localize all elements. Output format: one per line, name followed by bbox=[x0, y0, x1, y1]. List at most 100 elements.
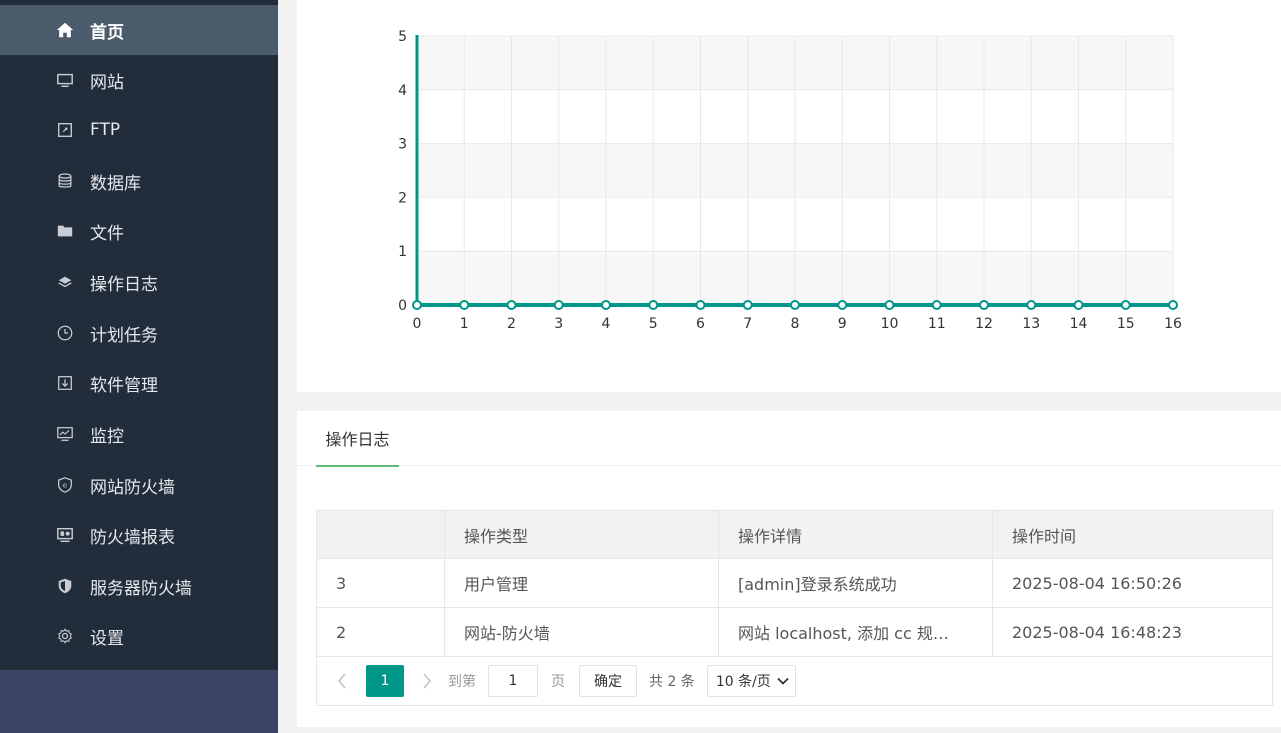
chevron-right-icon bbox=[423, 673, 431, 689]
sidebar-item-website[interactable]: 网站 bbox=[0, 55, 278, 105]
data-point bbox=[1026, 300, 1037, 310]
data-point bbox=[837, 300, 848, 310]
data-point bbox=[459, 300, 470, 310]
x-tick-label: 6 bbox=[696, 316, 705, 332]
column-header-detail: 操作详情 bbox=[719, 511, 993, 558]
data-point bbox=[553, 300, 564, 310]
sidebar-item-label: 服务器防火墙 bbox=[90, 578, 192, 599]
sidebar-item-label: 操作日志 bbox=[90, 274, 158, 295]
x-tick-label: 12 bbox=[975, 316, 993, 332]
sidebar-item-settings[interactable]: 设置 bbox=[0, 611, 278, 661]
y-tick-label: 1 bbox=[398, 244, 407, 260]
layers-icon bbox=[55, 272, 75, 292]
home-icon bbox=[55, 20, 75, 40]
page-number-current[interactable]: 1 bbox=[366, 665, 404, 697]
cell-detail: [admin]登录系统成功 bbox=[719, 559, 993, 607]
gear-icon bbox=[55, 626, 75, 646]
y-tick-label: 2 bbox=[398, 190, 407, 206]
x-tick-label: 0 bbox=[413, 316, 422, 332]
ftp-file-icon bbox=[55, 120, 75, 140]
data-point bbox=[412, 300, 422, 310]
data-point bbox=[979, 300, 989, 310]
sidebar-item-label: 防火墙报表 bbox=[90, 527, 175, 548]
monitor-icon bbox=[55, 70, 75, 90]
total-count: 共 2 条 bbox=[649, 674, 695, 690]
sidebar-item-label: 设置 bbox=[90, 628, 124, 649]
x-tick-label: 5 bbox=[649, 316, 658, 332]
goto-label: 到第 bbox=[448, 674, 476, 690]
page-size-select[interactable]: 10 条/页 bbox=[706, 665, 796, 697]
next-page-button[interactable] bbox=[416, 666, 438, 696]
x-tick-label: 2 bbox=[507, 316, 516, 332]
chart-card: 0 1 2 3 4 5 0 1 2 3 4 5 6 7 8 9 10 11 12 13 14 15 16 bbox=[297, 0, 1281, 392]
data-point bbox=[790, 300, 800, 310]
data-point bbox=[648, 300, 659, 310]
page-size-value: 10 条/页 bbox=[715, 674, 771, 690]
x-tick-label: 3 bbox=[554, 316, 563, 332]
table-row: 2 网站-防火墙 网站 localhost, 添加 cc 规… 2025-08-… bbox=[317, 608, 1272, 657]
x-tick-label: 16 bbox=[1164, 316, 1182, 332]
sidebar-item-label: FTP bbox=[90, 120, 121, 140]
sidebar-item-waf[interactable]: e 网站防火墙 bbox=[0, 460, 278, 510]
chart-monitor-icon bbox=[55, 424, 75, 444]
sidebar-item-operation-log[interactable]: 操作日志 bbox=[0, 257, 278, 307]
sidebar-item-software[interactable]: 软件管理 bbox=[0, 358, 278, 408]
pagination: 1 到第 页 确定 共 2 条 10 条/页 bbox=[317, 657, 1272, 705]
cell-time: 2025-08-04 16:48:23 bbox=[1012, 622, 1182, 642]
data-point bbox=[1073, 300, 1084, 310]
cell-id: 3 bbox=[317, 559, 445, 607]
sidebar-item-label: 数据库 bbox=[90, 173, 141, 194]
download-box-icon bbox=[55, 373, 75, 393]
data-point bbox=[506, 300, 517, 310]
sidebar-item-ftp[interactable]: FTP bbox=[0, 105, 278, 155]
cell-type: 用户管理 bbox=[445, 559, 719, 607]
data-point bbox=[742, 300, 753, 310]
column-header-time: 操作时间 bbox=[1012, 526, 1077, 546]
sidebar-item-database[interactable]: 数据库 bbox=[0, 156, 278, 206]
x-tick-label: 11 bbox=[928, 316, 946, 332]
sidebar: 首页 网站 FTP 数据库 文件 操作日志 计划任务 软件管理 监控 e 网站防… bbox=[0, 0, 278, 733]
sidebar-item-label: 文件 bbox=[90, 223, 124, 244]
y-tick-label: 4 bbox=[398, 83, 407, 99]
data-point bbox=[1168, 300, 1178, 310]
tab-bar: 操作日志 bbox=[297, 411, 1281, 467]
x-tick-label: 7 bbox=[743, 316, 752, 332]
clock-icon bbox=[55, 323, 75, 343]
y-tick-label: 0 bbox=[398, 298, 407, 314]
line-chart: 0123450 1 2 3 4 5 6 7 8 9 10 11 12 13 14 15 16 bbox=[398, 29, 1182, 332]
goto-page-input[interactable] bbox=[488, 665, 538, 697]
sidebar-item-files[interactable]: 文件 bbox=[0, 206, 278, 256]
x-tick-label: 8 bbox=[791, 316, 800, 332]
sidebar-item-cron[interactable]: 计划任务 bbox=[0, 308, 278, 358]
sidebar-item-label: 监控 bbox=[90, 426, 124, 447]
x-tick-label: 10 bbox=[881, 316, 899, 332]
sidebar-item-waf-report[interactable]: 防火墙报表 bbox=[0, 510, 278, 560]
cell-id: 2 bbox=[317, 608, 445, 656]
x-tick-label: 1 bbox=[460, 316, 469, 332]
cell-detail: 网站 localhost, 添加 cc 规… bbox=[719, 608, 993, 656]
sidebar-item-label: 计划任务 bbox=[90, 325, 158, 346]
sidebar-item-server-firewall[interactable]: 服务器防火墙 bbox=[0, 561, 278, 611]
operation-log-table: 操作类型 操作详情 操作时间 3 用户管理 [admin]登录系统成功 2025… bbox=[316, 510, 1273, 706]
operation-log-card: 操作日志 操作类型 操作详情 操作时间 3 用户管理 [admin]登录系统成功… bbox=[297, 411, 1281, 727]
folder-icon bbox=[55, 221, 75, 241]
confirm-button[interactable]: 确定 bbox=[579, 665, 637, 697]
sidebar-menu: 首页 网站 FTP 数据库 文件 操作日志 计划任务 软件管理 监控 e 网站防… bbox=[0, 0, 278, 670]
x-tick-label: 4 bbox=[602, 316, 611, 332]
sidebar-item-label: 网站 bbox=[90, 72, 124, 93]
shield-e-icon: e bbox=[55, 475, 75, 495]
shield-icon bbox=[55, 576, 75, 596]
sidebar-item-home[interactable]: 首页 bbox=[0, 5, 278, 55]
chevron-left-icon bbox=[338, 673, 346, 689]
page-unit-label: 页 bbox=[551, 674, 565, 690]
chevron-down-icon bbox=[777, 677, 789, 685]
sidebar-item-monitor[interactable]: 监控 bbox=[0, 409, 278, 459]
data-point bbox=[1120, 300, 1131, 310]
database-icon bbox=[55, 171, 75, 191]
tab-operation-log[interactable]: 操作日志 bbox=[316, 411, 399, 467]
data-point bbox=[931, 300, 942, 310]
y-tick-label: 5 bbox=[398, 29, 407, 45]
prev-page-button[interactable] bbox=[331, 666, 353, 696]
column-header-type: 操作类型 bbox=[445, 511, 719, 558]
svg-text:e: e bbox=[63, 481, 68, 490]
